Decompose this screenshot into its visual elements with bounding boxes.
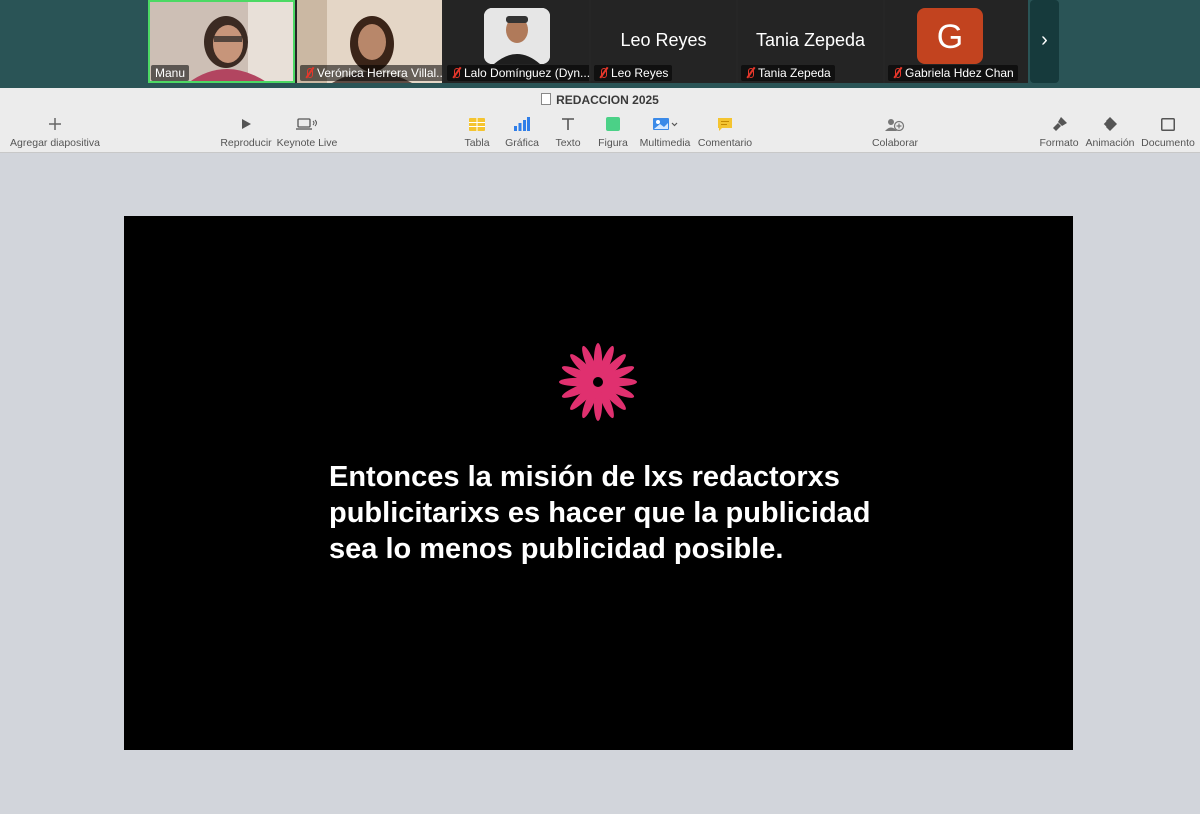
animate-label: Animación	[1085, 137, 1135, 149]
plus-icon	[10, 114, 100, 134]
collaborate-label: Colaborar	[871, 137, 919, 149]
participant-name: Tania Zepeda	[741, 65, 835, 81]
format-label: Formato	[1039, 137, 1079, 149]
keynote-live-button[interactable]: Keynote Live	[276, 114, 338, 149]
participant-name: Leo Reyes	[594, 65, 673, 81]
participant-name-text: Leo Reyes	[611, 66, 669, 80]
text-label: Texto	[555, 137, 581, 149]
participant-tile-gabriela[interactable]: G Gabriela Hdez Chan	[885, 0, 1028, 83]
shape-label: Figura	[598, 137, 628, 149]
document-label: Documento	[1141, 137, 1195, 149]
mic-muted-icon	[892, 67, 903, 79]
comment-label: Comentario	[697, 137, 753, 149]
media-label: Multimedia	[639, 137, 691, 149]
participant-name-text: Lalo Domínguez (Dyn...	[464, 66, 589, 80]
collaborate-button[interactable]: Colaborar	[868, 114, 922, 149]
keynote-live-label: Keynote Live	[276, 137, 338, 149]
participant-name-text: Verónica Herrera Villal...	[317, 66, 442, 80]
document-icon	[1140, 114, 1196, 134]
add-slide-label: Agregar diapositiva	[10, 137, 100, 149]
table-icon	[460, 114, 494, 134]
media-button[interactable]: Multimedia	[638, 114, 692, 149]
chart-icon	[502, 114, 542, 134]
participant-name: Gabriela Hdez Chan	[888, 65, 1018, 81]
document-file-icon	[541, 93, 552, 105]
document-title: REDACCION 2025	[0, 93, 1200, 107]
keynote-window: REDACCION 2025 Agregar diapositiva Repro…	[0, 88, 1200, 814]
slide-text[interactable]: Entonces la misión de lxs redactorxs pub…	[329, 459, 889, 567]
table-label: Tabla	[464, 137, 490, 149]
mic-muted-icon	[598, 67, 609, 79]
participant-name-text: Tania Zepeda	[758, 66, 831, 80]
participant-gallery: Manu Verónica Herrera Villal... Lalo Dom…	[148, 0, 1028, 83]
collaborate-icon	[868, 114, 922, 134]
format-button[interactable]: Formato	[1038, 114, 1080, 149]
participant-name-text: Gabriela Hdez Chan	[905, 66, 1014, 80]
participant-display-name: Leo Reyes	[620, 30, 707, 50]
play-button[interactable]: Reproducir	[218, 114, 274, 149]
chart-label: Gráfica	[505, 137, 539, 149]
animate-icon	[1084, 114, 1136, 134]
table-button[interactable]: Tabla	[460, 114, 494, 149]
animate-button[interactable]: Animación	[1084, 114, 1136, 149]
participant-tile-manu[interactable]: Manu	[148, 0, 295, 83]
keynote-live-icon	[276, 114, 338, 134]
participant-avatar-initial: G	[917, 8, 983, 64]
next-page-button[interactable]: ›	[1030, 0, 1059, 83]
participant-display-name: Tania Zepeda	[755, 30, 866, 50]
comment-button[interactable]: Comentario	[696, 114, 754, 149]
comment-icon	[696, 114, 754, 134]
mic-muted-icon	[304, 67, 315, 79]
participant-tile-lalo[interactable]: Lalo Domínguez (Dyn...	[444, 0, 589, 83]
shape-icon	[596, 114, 630, 134]
mic-muted-icon	[451, 67, 462, 79]
text-icon	[550, 114, 586, 134]
document-button[interactable]: Documento	[1140, 114, 1196, 149]
slide-canvas[interactable]: Entonces la misión de lxs redactorxs pub…	[124, 216, 1073, 750]
add-slide-button[interactable]: Agregar diapositiva	[10, 114, 100, 149]
participant-avatar	[484, 8, 550, 64]
mic-muted-icon	[745, 67, 756, 79]
participant-tile-leo[interactable]: Leo Reyes Leo Reyes	[591, 0, 736, 83]
participant-tile-tania[interactable]: Tania Zepeda Tania Zepeda	[738, 0, 883, 83]
chart-button[interactable]: Gráfica	[502, 114, 542, 149]
text-button[interactable]: Texto	[550, 114, 586, 149]
media-icon	[638, 114, 692, 134]
toolbar: REDACCION 2025 Agregar diapositiva Repro…	[0, 88, 1200, 153]
document-title-text: REDACCION 2025	[556, 93, 659, 107]
paintbrush-icon	[1038, 114, 1080, 134]
shape-button[interactable]: Figura	[596, 114, 630, 149]
participant-name: Verónica Herrera Villal...	[300, 65, 442, 81]
video-call-bar: Manu Verónica Herrera Villal... Lalo Dom…	[0, 0, 1200, 88]
play-icon	[218, 114, 274, 134]
participant-tile-veronica[interactable]: Verónica Herrera Villal...	[297, 0, 442, 83]
participant-name: Manu	[151, 65, 190, 81]
participant-name: Lalo Domínguez (Dyn...	[447, 65, 589, 81]
play-label: Reproducir	[220, 137, 272, 149]
flower-icon	[559, 343, 637, 421]
